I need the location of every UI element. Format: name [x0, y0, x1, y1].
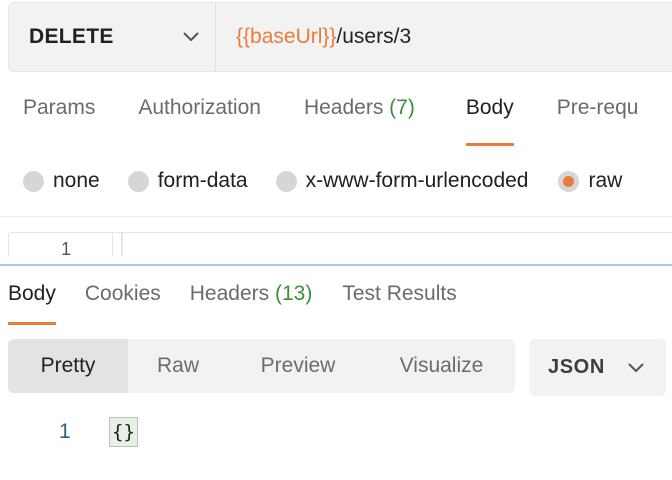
view-mode-label: Pretty [40, 354, 96, 377]
tab-headers[interactable]: Headers (7) [304, 96, 415, 146]
divider [0, 216, 672, 217]
view-mode-visualize[interactable]: Visualize [368, 339, 515, 393]
tab-label: Headers [189, 282, 270, 305]
format-dropdown[interactable]: JSON [529, 339, 666, 396]
request-tabs: Params Authorization Headers (7) Body Pr… [23, 96, 638, 146]
chevron-down-icon [628, 363, 644, 373]
view-mode-raw[interactable]: Raw [128, 339, 228, 393]
body-type-selector: none form-data x-www-form-urlencoded raw [23, 166, 622, 196]
radio-label: none [53, 169, 100, 192]
tab-label: Body [465, 96, 514, 119]
pane-resize-handle[interactable] [0, 264, 672, 266]
postman-request-view: DELETE {{baseUrl}}/users/3 Params Author… [0, 0, 672, 480]
tab-label: Body [8, 282, 56, 305]
response-headers-count: (13) [274, 282, 313, 305]
radio-label: form-data [157, 169, 248, 192]
tab-authorization[interactable]: Authorization [138, 96, 261, 146]
headers-count: (7) [389, 96, 415, 119]
response-body-content: {} [109, 417, 138, 447]
tab-label: Headers [303, 96, 384, 119]
method-label: DELETE [29, 25, 114, 48]
method-dropdown[interactable]: DELETE [9, 3, 216, 71]
editor-line-number: 1 [61, 239, 72, 256]
tab-label: Params [23, 96, 96, 119]
view-mode-selector: Pretty Raw Preview Visualize [8, 339, 515, 393]
radio-circle [127, 170, 149, 192]
view-mode-label: Preview [260, 354, 336, 377]
response-tabs: Body Cookies Headers (13) Test Results [8, 282, 457, 325]
view-mode-label: Visualize [399, 354, 484, 377]
url-variable: {{baseUrl}} [236, 25, 337, 48]
radio-label: x-www-form-urlencoded [305, 169, 529, 192]
url-input[interactable]: {{baseUrl}}/users/3 [216, 25, 411, 49]
response-tab-test-results[interactable]: Test Results [342, 282, 456, 325]
tab-label: Test Results [342, 282, 457, 305]
tab-params[interactable]: Params [23, 96, 95, 146]
url-bar: DELETE {{baseUrl}}/users/3 [8, 2, 672, 72]
radio-urlencoded[interactable]: x-www-form-urlencoded [275, 169, 529, 193]
tab-label: Pre-requ [556, 96, 639, 119]
radio-circle [23, 170, 44, 192]
response-tab-cookies[interactable]: Cookies [85, 282, 161, 325]
view-mode-label: Raw [156, 354, 199, 377]
response-tab-body[interactable]: Body [8, 282, 56, 325]
format-label: JSON [548, 356, 605, 378]
radio-label: raw [588, 169, 623, 192]
response-line-number: 1 [59, 420, 71, 443]
url-path: /users/3 [336, 25, 412, 48]
request-body-editor[interactable]: 1 [8, 232, 672, 256]
response-tab-headers[interactable]: Headers (13) [190, 282, 313, 325]
radio-raw[interactable]: raw [558, 169, 622, 193]
radio-form-data[interactable]: form-data [127, 169, 248, 193]
tab-pre-request-script[interactable]: Pre-requ [557, 96, 639, 146]
radio-circle [275, 170, 297, 192]
radio-circle-checked [558, 170, 580, 192]
tab-body[interactable]: Body [465, 96, 514, 146]
editor-divider [121, 233, 123, 256]
view-mode-pretty[interactable]: Pretty [8, 339, 128, 393]
chevron-down-icon [183, 32, 199, 42]
radio-none[interactable]: none [23, 169, 100, 193]
tab-label: Authorization [138, 96, 261, 119]
tab-label: Cookies [84, 282, 161, 305]
view-mode-preview[interactable]: Preview [228, 339, 368, 393]
